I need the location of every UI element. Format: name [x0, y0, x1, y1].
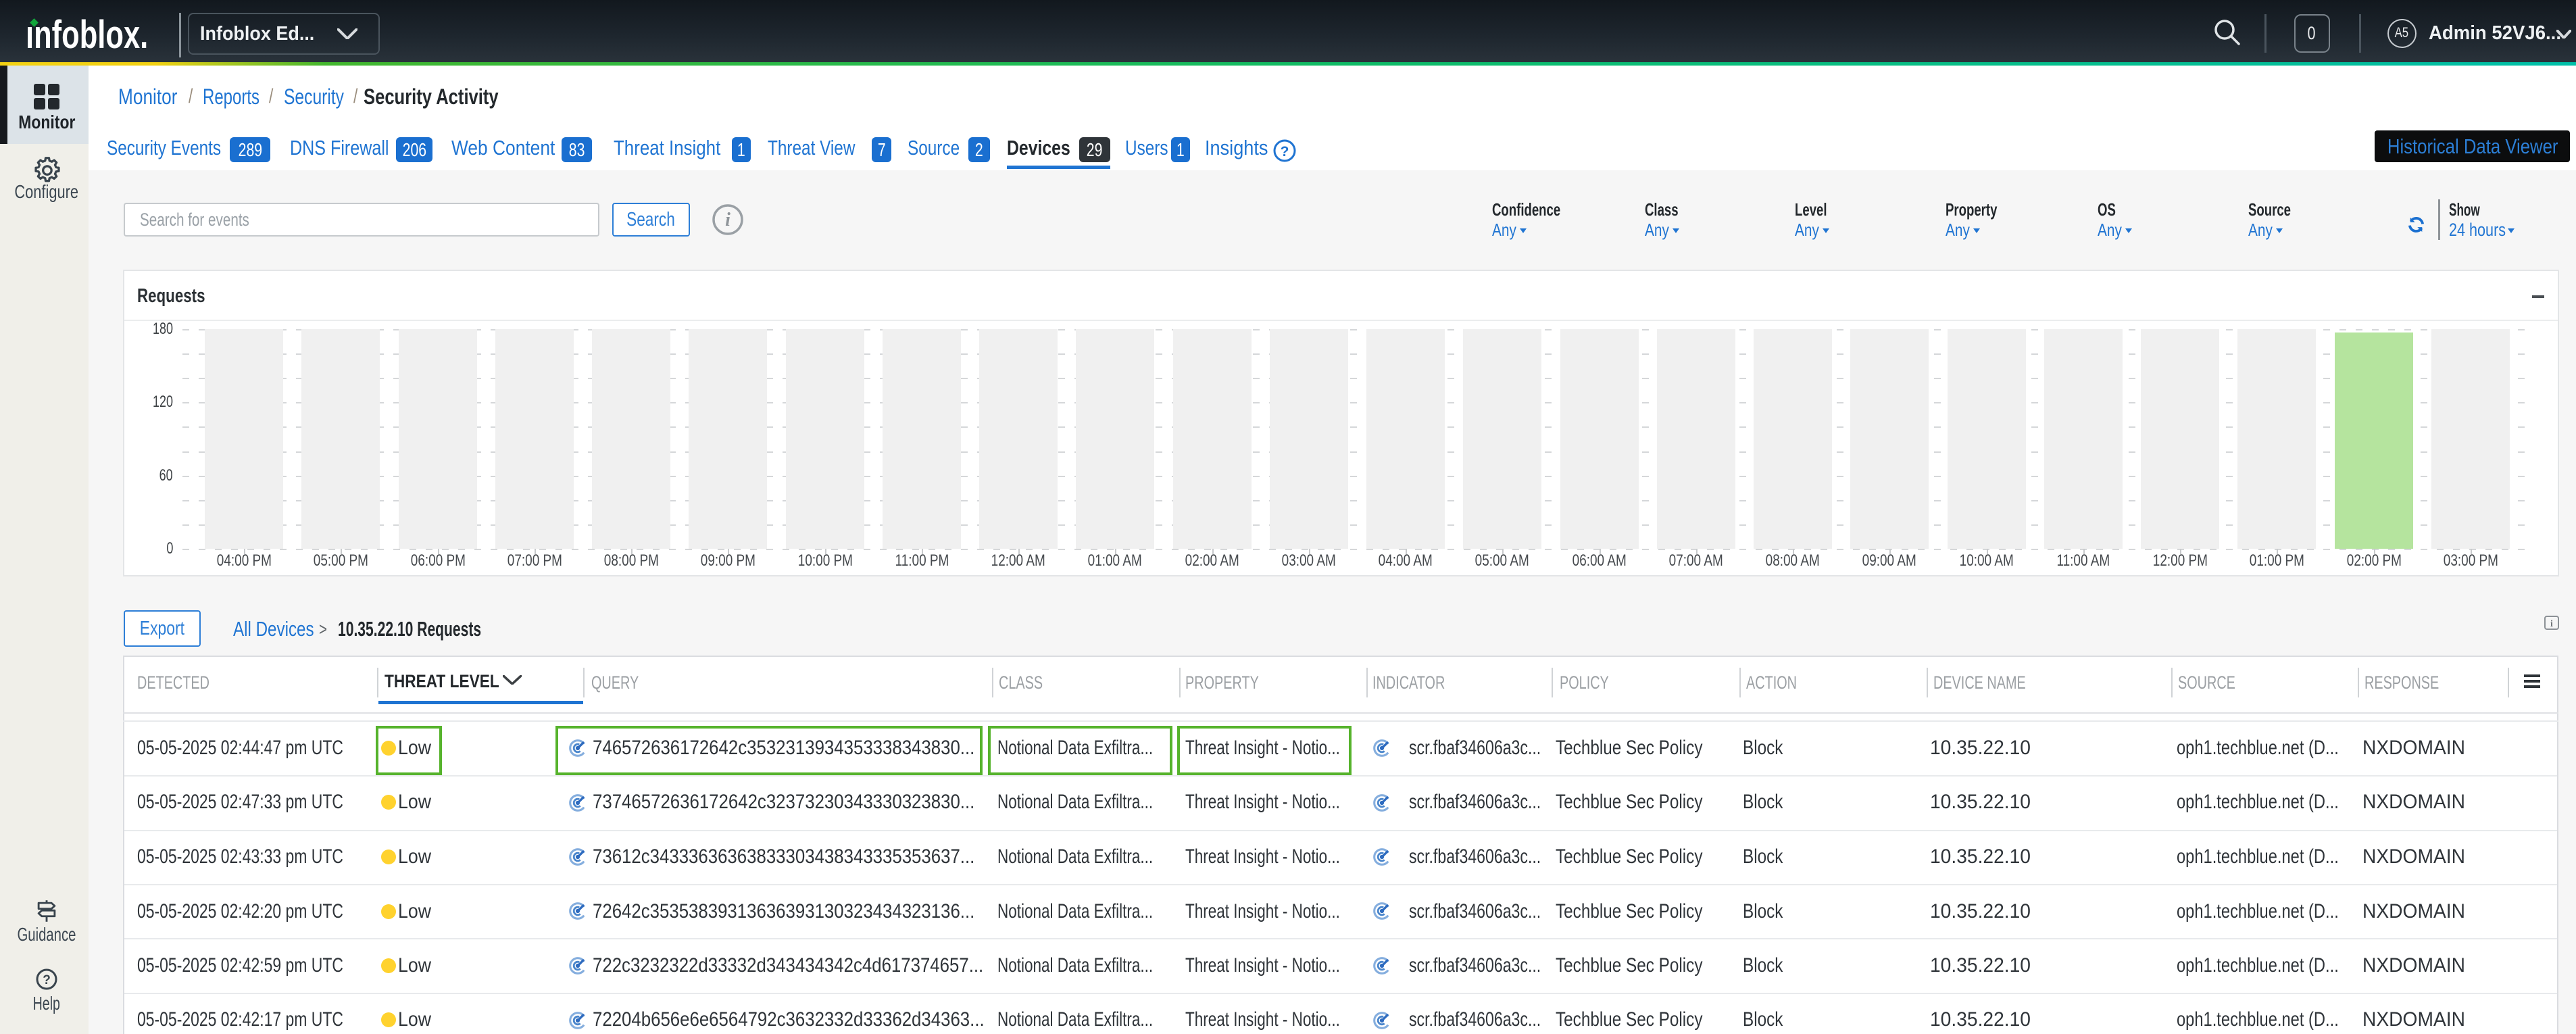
svg-text:?: ?: [43, 973, 51, 987]
svg-text:i: i: [725, 210, 730, 230]
svg-text:?: ?: [1281, 144, 1289, 159]
svg-text:i: i: [2550, 619, 2553, 629]
